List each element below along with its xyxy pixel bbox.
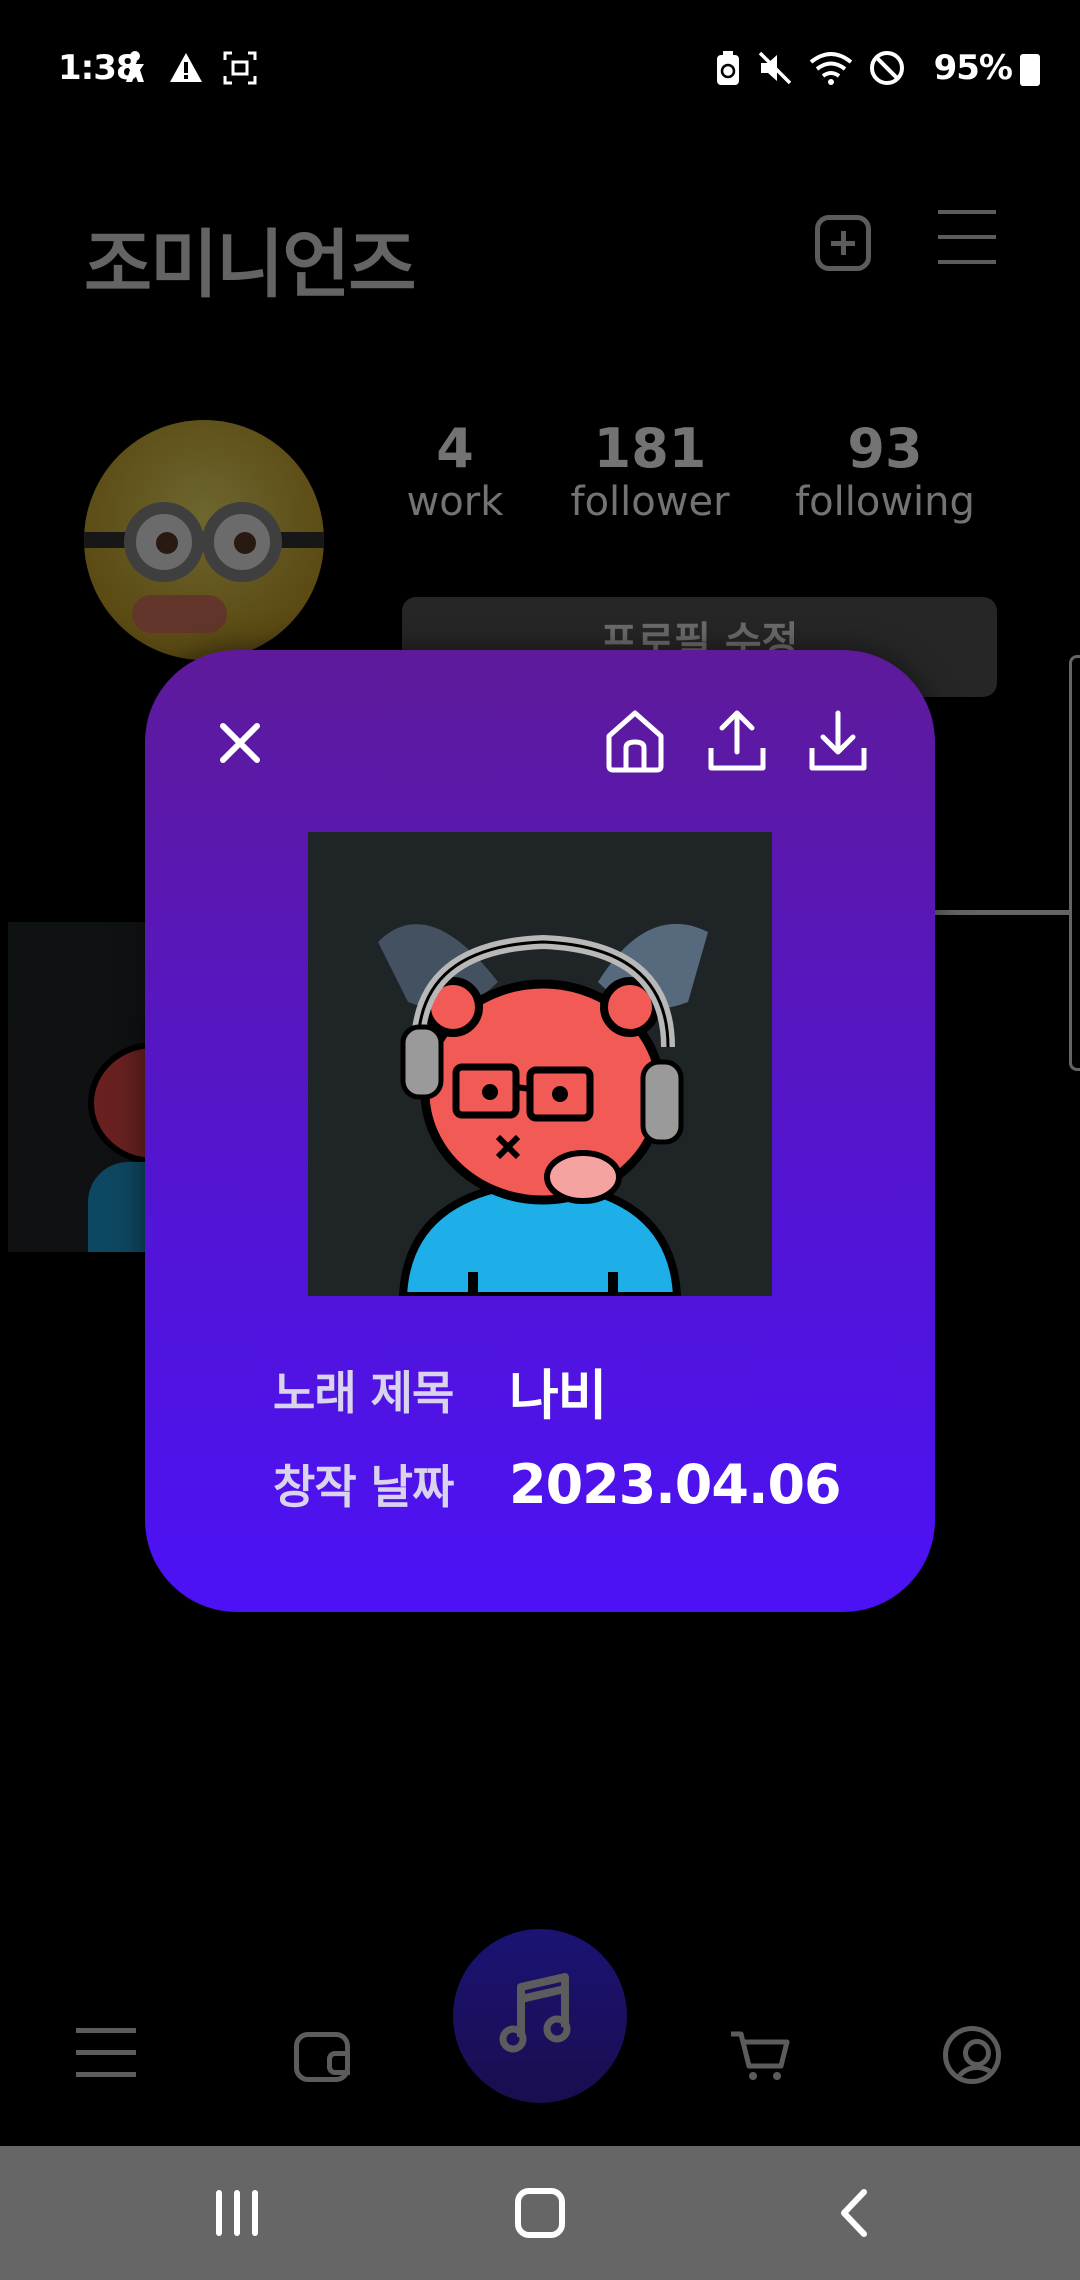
- song-detail-modal: 노래 제목 나비 창작 날짜 2023.04.06: [145, 650, 935, 1612]
- system-navigation-bar: [0, 2146, 1080, 2280]
- song-title-value: 나비: [509, 1363, 607, 1427]
- created-date-label: 창작 날짜: [273, 1460, 454, 1514]
- music-note-icon: [499, 1973, 571, 2053]
- app-title: 조미니언즈: [84, 222, 416, 308]
- stat-following-value: 93: [847, 417, 923, 480]
- stat-work-value: 4: [436, 417, 474, 480]
- stat-follower[interactable]: 181 follower: [560, 417, 740, 525]
- bear-headphones-illustration: [308, 832, 772, 1296]
- close-icon: [220, 723, 260, 763]
- nav-wallet-icon[interactable]: [294, 2032, 350, 2082]
- stat-following[interactable]: 93 following: [785, 417, 985, 525]
- song-title-label: 노래 제목: [273, 1366, 454, 1420]
- stat-follower-value: 181: [593, 417, 707, 480]
- album-art: [308, 832, 772, 1296]
- hamburger-menu-icon[interactable]: [938, 210, 996, 264]
- close-button[interactable]: [205, 708, 275, 778]
- nav-music-button[interactable]: [453, 1929, 627, 2103]
- stat-following-label: following: [795, 479, 975, 525]
- song-title-row: 노래 제목 나비: [273, 1360, 607, 1427]
- share-button[interactable]: [702, 706, 772, 776]
- work-thumbnail[interactable]: [8, 922, 168, 1252]
- home-system-icon[interactable]: [515, 2188, 565, 2238]
- stat-follower-label: follower: [570, 479, 730, 525]
- home-icon: [606, 710, 664, 773]
- screen: 1:38 95% 조미니언즈 4 work 181 follower 93 fo…: [0, 0, 1080, 2280]
- download-button[interactable]: [803, 706, 873, 776]
- share-icon: [708, 710, 766, 771]
- avatar[interactable]: [84, 420, 324, 660]
- profile-stats: 4 work 181 follower 93 following: [395, 418, 995, 528]
- recents-icon[interactable]: [212, 2190, 262, 2236]
- stat-work-label: work: [406, 479, 504, 525]
- stat-work[interactable]: 4 work: [395, 417, 515, 525]
- add-post-icon[interactable]: [815, 215, 871, 271]
- home-button[interactable]: [600, 706, 670, 776]
- side-scroll-handle[interactable]: [1069, 655, 1080, 1071]
- download-icon: [809, 710, 867, 771]
- created-date-row: 창작 날짜 2023.04.06: [273, 1452, 842, 1516]
- nav-menu-icon[interactable]: [76, 2020, 146, 2090]
- back-icon[interactable]: [830, 2186, 880, 2240]
- created-date-value: 2023.04.06: [509, 1452, 842, 1516]
- nav-cart-icon[interactable]: [725, 2020, 795, 2090]
- nav-profile-icon[interactable]: [943, 2026, 1001, 2084]
- tab-indicator: [930, 910, 1070, 915]
